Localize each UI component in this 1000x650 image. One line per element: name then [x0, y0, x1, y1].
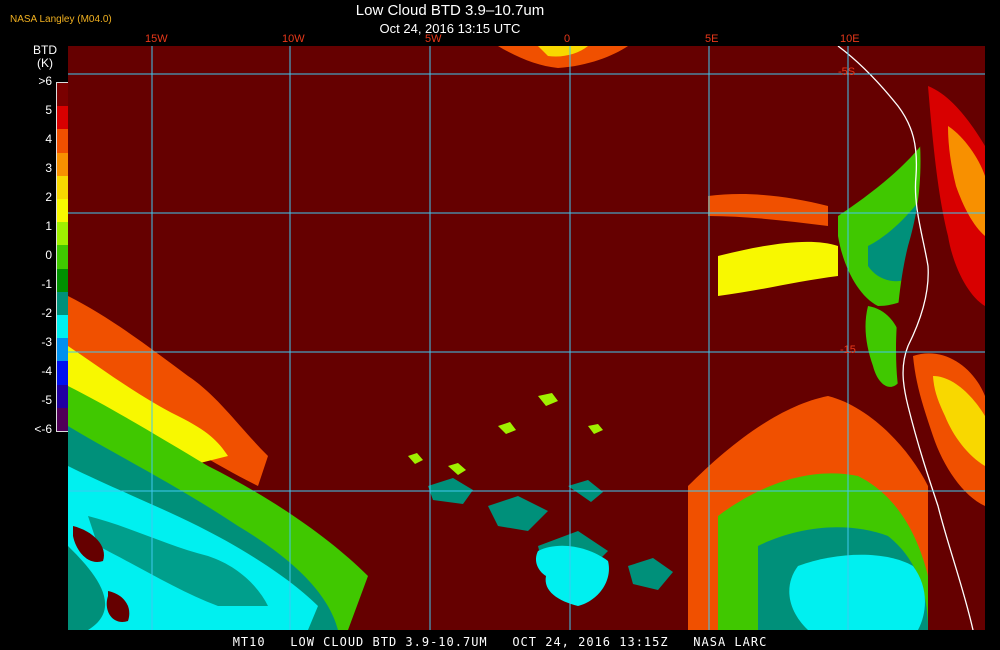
lat-label-15: -15	[840, 344, 856, 356]
cloud-coastal-orange-band	[708, 194, 828, 226]
image-title: Low Cloud BTD 3.9–10.7um	[355, 2, 545, 19]
lat-label-5s: -5S	[838, 66, 856, 78]
cloud-patch-cyan-center	[535, 545, 609, 606]
legend-tick: -1	[41, 277, 52, 291]
legend-tick: 1	[45, 219, 52, 233]
lon-label-10e: 10E	[840, 33, 860, 45]
legend-title: BTD (K)	[22, 44, 68, 70]
lon-label-15w: 15W	[145, 33, 168, 45]
legend-tick: 0	[45, 248, 52, 262]
legend-tick: >6	[38, 74, 52, 88]
legend-tick: -4	[41, 364, 52, 378]
footer-caption: MT10 LOW CLOUD BTD 3.9-10.7UM OCT 24, 20…	[232, 635, 768, 649]
legend-tick: -5	[41, 393, 52, 407]
image-timestamp: Oct 24, 2016 13:15 UTC	[379, 21, 521, 36]
legend-tick: 5	[45, 103, 52, 117]
legend-tick: 3	[45, 161, 52, 175]
legend-title-line2: (K)	[37, 56, 53, 70]
lon-label-5e: 5E	[705, 33, 719, 45]
lon-label-10w: 10W	[282, 33, 305, 45]
legend-tick: -3	[41, 335, 52, 349]
cloud-coastal-yellow-band	[718, 241, 838, 296]
cloud-se-cyan	[789, 554, 925, 630]
scattered-clouds-lime	[408, 393, 603, 475]
legend-tick: 2	[45, 190, 52, 204]
legend-tick: 4	[45, 132, 52, 146]
lon-label-5w: 5W	[425, 33, 442, 45]
lon-label-0: 0	[564, 33, 571, 45]
legend-tick: <-6	[34, 422, 52, 436]
legend-tick: -2	[41, 306, 52, 320]
satellite-map: -5S -15	[68, 46, 985, 630]
map-layer	[68, 46, 985, 630]
